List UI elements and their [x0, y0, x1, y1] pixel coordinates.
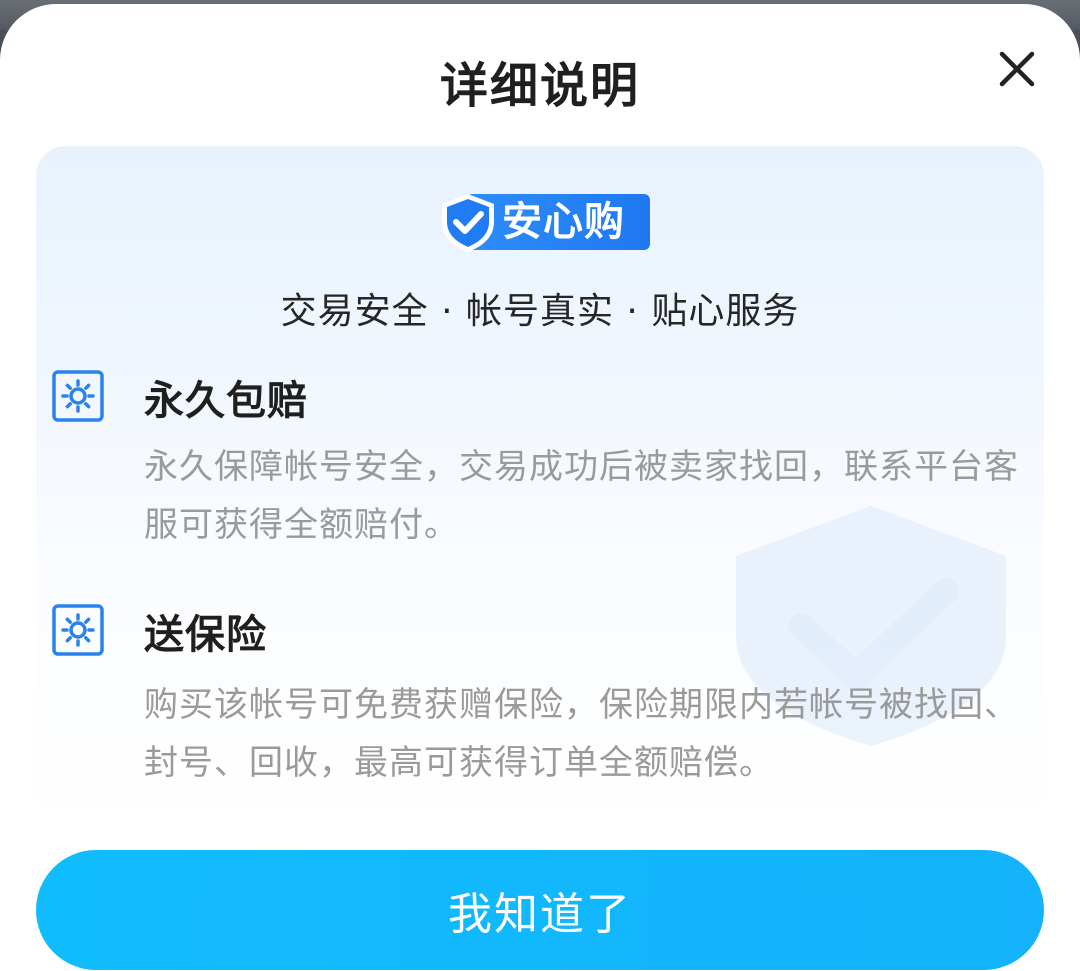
badge-label: 安心购: [502, 199, 625, 245]
dialog-title: 详细说明: [439, 58, 640, 114]
close-icon: [999, 51, 1035, 87]
close-button[interactable]: [992, 44, 1042, 94]
shield-check-icon: [442, 194, 494, 252]
feature-title-permanent-compensation: 永久包赔: [144, 378, 308, 424]
settings-icon: [52, 370, 104, 422]
got-it-button[interactable]: 我知道了: [36, 850, 1044, 970]
feature-title-free-insurance: 送保险: [144, 612, 267, 658]
settings-icon: [52, 604, 104, 656]
info-card: 安心购 交易安全 · 帐号真实 · 贴心服务 永久包赔 永久保障帐号安全，交易成…: [36, 146, 1044, 836]
feature-description-permanent-compensation: 永久保障帐号安全，交易成功后被卖家找回，联系平台客服可获得全额赔付。: [144, 447, 1019, 545]
detail-dialog: 详细说明 安心购 交易安全 · 帐号真实 · 贴心服务 永久包赔 永久保障帐号安…: [0, 4, 1080, 971]
feature-description-free-insurance: 购买该帐号可免费获赠保险，保险期限内若帐号被找回、封号、回收，最高可获得订单全额…: [144, 685, 1019, 783]
anxin-badge: 安心购: [436, 190, 652, 254]
tagline: 交易安全 · 帐号真实 · 贴心服务: [280, 291, 800, 332]
